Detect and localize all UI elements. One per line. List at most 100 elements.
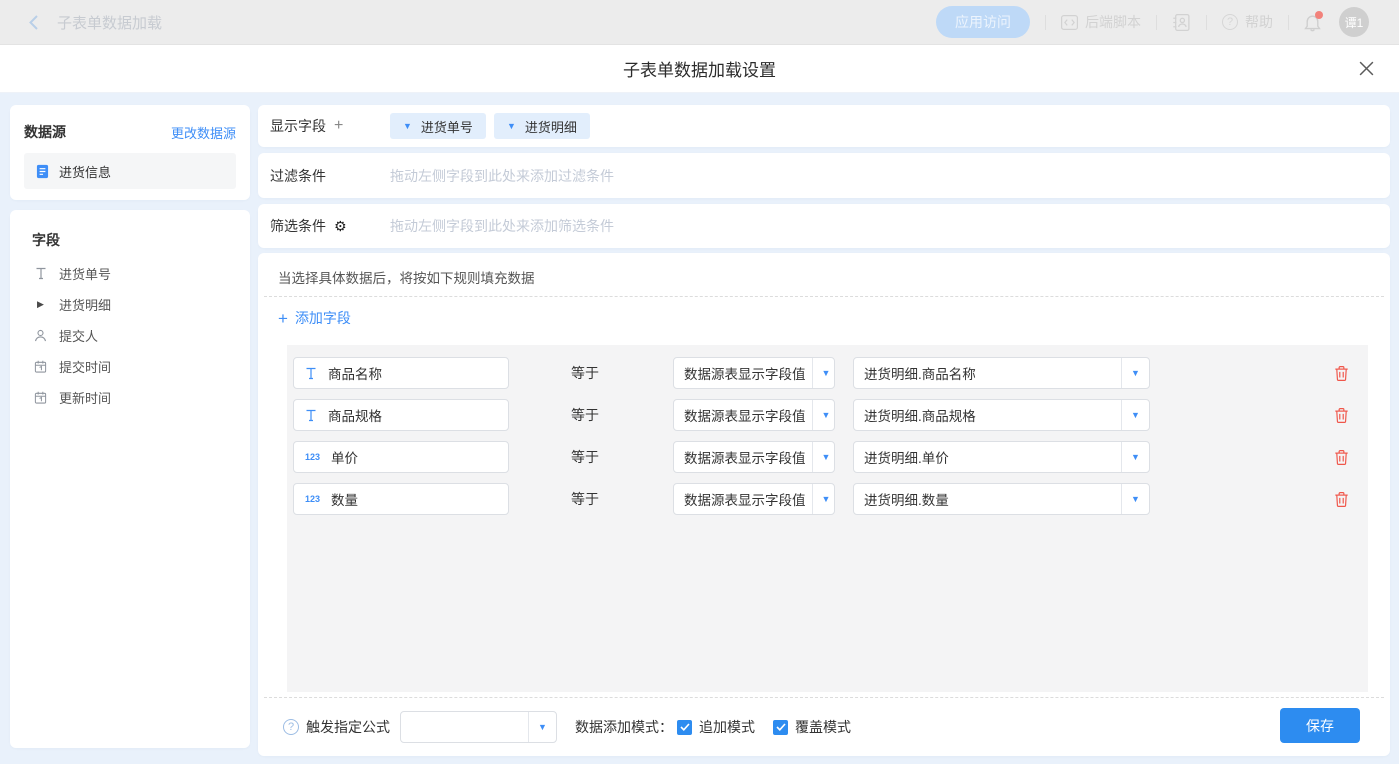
number-field-icon: 123	[305, 494, 320, 504]
chevron-left-icon	[28, 14, 39, 31]
backend-script-label: 后端脚本	[1085, 12, 1141, 32]
chevron-down-icon: ▼	[538, 722, 547, 732]
text-field-icon	[305, 367, 317, 380]
document-icon	[35, 164, 50, 179]
delete-row-icon[interactable]	[1334, 449, 1349, 466]
source-value-dropdown[interactable]: 数据源表显示字段值 ▼	[673, 357, 835, 389]
datasource-item[interactable]: 进货信息	[24, 153, 236, 189]
app-access-button[interactable]: 应用访问	[936, 6, 1030, 38]
rule-field-input[interactable]: 123 数量	[293, 483, 509, 515]
backend-script-button[interactable]: 后端脚本	[1061, 12, 1141, 32]
change-datasource-link[interactable]: 更改数据源	[171, 123, 236, 142]
add-field-label: 添加字段	[295, 308, 351, 328]
fields-panel: 字段 进货单号 ▶ 进货明细 提交人 提交时间 更新时间	[10, 210, 250, 748]
display-field-tag[interactable]: ▼ 进货单号	[390, 113, 486, 139]
checkbox-checked-icon	[773, 720, 788, 735]
display-field-tag[interactable]: ▼ 进货明细	[494, 113, 590, 139]
number-field-icon: 123	[305, 452, 320, 462]
add-field-button[interactable]: + 添加字段	[278, 308, 351, 328]
mode-options: 追加模式 覆盖模式	[673, 717, 851, 737]
display-fields-label: 显示字段	[270, 116, 326, 136]
rule-row: 123 数量 等于 数据源表显示字段值 ▼ 进货明细.数量 ▼	[287, 483, 1368, 515]
filter-label: 过滤条件	[270, 166, 326, 186]
field-list: 进货单号 ▶ 进货明细 提交人 提交时间 更新时间	[10, 258, 250, 413]
notifications-button[interactable]	[1304, 13, 1321, 32]
source-value-dropdown[interactable]: 数据源表显示字段值 ▼	[673, 441, 835, 473]
operator-label: 等于	[571, 441, 599, 473]
contacts-icon	[1172, 13, 1191, 32]
close-button[interactable]	[1358, 60, 1375, 77]
back-button[interactable]	[28, 14, 39, 31]
contacts-button[interactable]	[1172, 13, 1191, 32]
divider	[1206, 15, 1207, 30]
divider	[1288, 15, 1289, 30]
operator-label: 等于	[571, 357, 599, 389]
chevron-down-icon: ▼	[1131, 368, 1140, 378]
top-app-bar: 子表单数据加载 应用访问 后端脚本 ? 帮助	[0, 0, 1399, 45]
formula-select[interactable]: ▼	[400, 711, 557, 743]
subform-field-icon: ▶	[33, 299, 48, 310]
close-icon	[1358, 60, 1375, 77]
target-field-dropdown[interactable]: 进货明细.单价 ▼	[853, 441, 1150, 473]
avatar[interactable]: 谭1	[1339, 7, 1369, 37]
question-circle-icon: ?	[1222, 14, 1238, 30]
chevron-down-icon: ▼	[403, 121, 412, 131]
delete-row-icon[interactable]	[1334, 407, 1349, 424]
rule-field-input[interactable]: 123 单价	[293, 441, 509, 473]
chevron-down-icon: ▼	[1131, 410, 1140, 420]
display-field-tags: ▼ 进货单号 ▼ 进货明细	[390, 113, 590, 139]
operator-label: 等于	[571, 399, 599, 431]
fields-title: 字段	[10, 210, 250, 258]
text-field-icon	[33, 267, 48, 280]
dialog-title: 子表单数据加载设置	[623, 56, 776, 81]
field-list-item[interactable]: 提交时间	[10, 351, 250, 382]
delete-row-icon[interactable]	[1334, 491, 1349, 508]
chevron-down-icon: ▼	[822, 410, 831, 420]
gear-icon[interactable]: ⚙	[334, 219, 347, 233]
delete-row-icon[interactable]	[1334, 365, 1349, 382]
rules-panel: 商品名称 等于 数据源表显示字段值 ▼ 进货明细.商品名称 ▼ 商品规格 等于 …	[287, 345, 1368, 692]
datasource-panel: 数据源 更改数据源 进货信息	[10, 105, 250, 200]
field-list-item[interactable]: 更新时间	[10, 382, 250, 413]
field-list-item[interactable]: ▶ 进货明细	[10, 289, 250, 320]
formula-label: 触发指定公式	[306, 717, 390, 737]
filter-condition-row: 过滤条件 拖动左侧字段到此处来添加过滤条件	[258, 153, 1390, 198]
target-field-dropdown[interactable]: 进货明细.数量 ▼	[853, 483, 1150, 515]
notification-badge	[1315, 11, 1323, 19]
datasource-item-label: 进货信息	[59, 162, 111, 181]
rule-row: 商品规格 等于 数据源表显示字段值 ▼ 进货明细.商品规格 ▼	[287, 399, 1368, 431]
save-button[interactable]: 保存	[1280, 708, 1360, 743]
chevron-down-icon: ▼	[822, 452, 831, 462]
operator-label: 等于	[571, 483, 599, 515]
filter-dropzone[interactable]: 拖动左侧字段到此处来添加过滤条件	[390, 166, 614, 186]
chevron-down-icon: ▼	[822, 494, 831, 504]
target-field-dropdown[interactable]: 进货明细.商品名称 ▼	[853, 357, 1150, 389]
help-label: 帮助	[1245, 12, 1273, 32]
field-list-item[interactable]: 进货单号	[10, 258, 250, 289]
source-value-dropdown[interactable]: 数据源表显示字段值 ▼	[673, 399, 835, 431]
chevron-down-icon: ▼	[1131, 452, 1140, 462]
rule-field-input[interactable]: 商品规格	[293, 399, 509, 431]
mode-checkbox[interactable]: 覆盖模式	[773, 717, 851, 737]
user-field-icon	[33, 329, 48, 342]
datasource-title: 数据源	[24, 122, 66, 142]
plus-icon: +	[278, 310, 288, 327]
code-icon	[1061, 15, 1078, 30]
date-field-icon	[33, 360, 48, 373]
field-list-item[interactable]: 提交人	[10, 320, 250, 351]
mode-checkbox[interactable]: 追加模式	[677, 717, 755, 737]
dialog-body: 数据源 更改数据源 进货信息 字段 进货单号 ▶ 进货明细 提交人 提交时间 更…	[0, 93, 1399, 764]
target-field-dropdown[interactable]: 进货明细.商品规格 ▼	[853, 399, 1150, 431]
divider	[1156, 15, 1157, 30]
screening-condition-row: 筛选条件 ⚙ 拖动左侧字段到此处来添加筛选条件	[258, 204, 1390, 248]
add-display-field-icon[interactable]: +	[334, 117, 343, 135]
source-value-dropdown[interactable]: 数据源表显示字段值 ▼	[673, 483, 835, 515]
help-button[interactable]: ? 帮助	[1222, 12, 1273, 32]
rule-field-input[interactable]: 商品名称	[293, 357, 509, 389]
page-title: 子表单数据加载	[57, 12, 162, 33]
checkbox-checked-icon	[677, 720, 692, 735]
dialog-header: 子表单数据加载设置	[0, 45, 1399, 93]
rule-row: 123 单价 等于 数据源表显示字段值 ▼ 进货明细.单价 ▼	[287, 441, 1368, 473]
screening-dropzone[interactable]: 拖动左侧字段到此处来添加筛选条件	[390, 216, 614, 236]
question-circle-icon[interactable]: ?	[283, 719, 299, 735]
